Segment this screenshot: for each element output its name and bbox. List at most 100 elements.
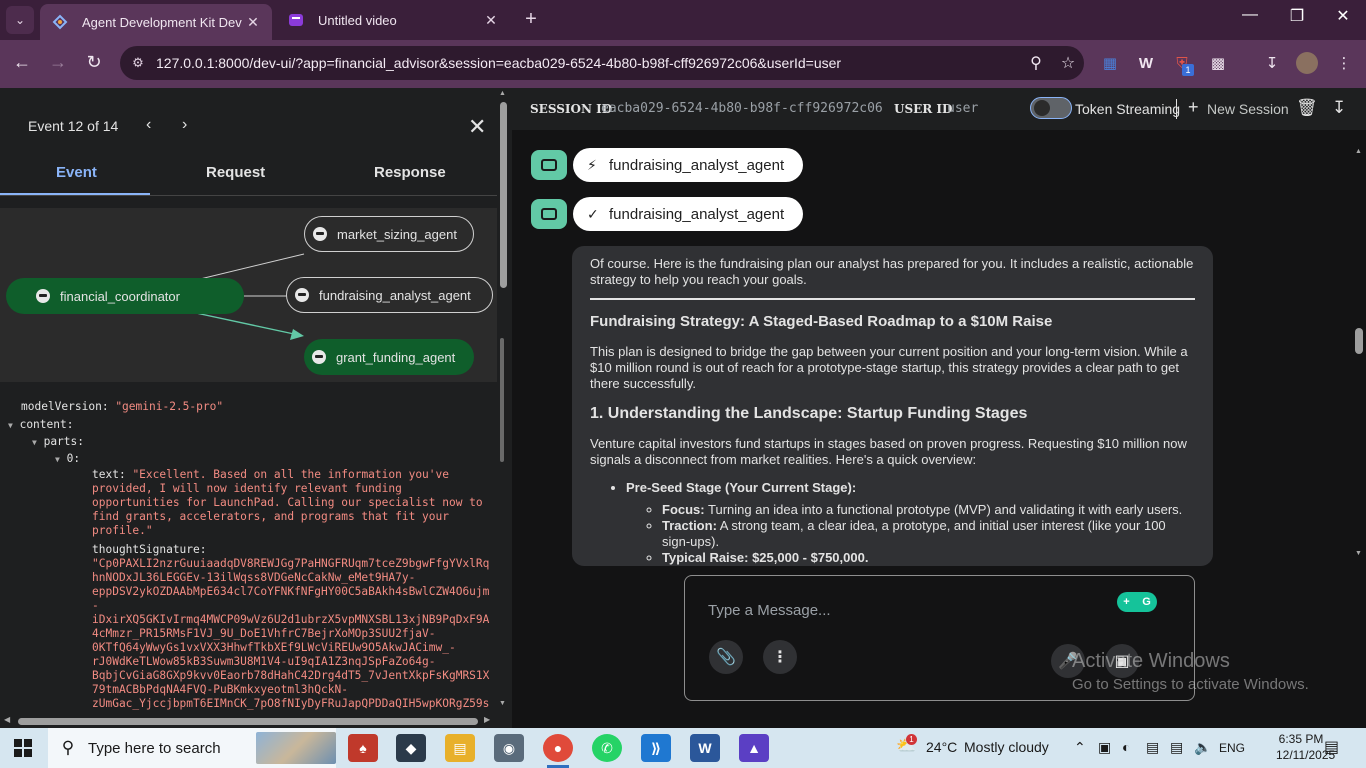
scroll-up-arrow-icon[interactable]: ▲ [1355,148,1362,155]
json-string: "Cp0PAXLI2nzrGuuiaadqDV8REWJGg7PaHNGFRUq… [92,557,490,570]
profile-avatar[interactable] [1296,52,1320,76]
plus-icon[interactable]: + [1188,97,1199,118]
json-string: BqbjCvGiaG8GXp9kvv0Eaorb78dHahC42Drg4dT5… [92,669,490,682]
scroll-down-arrow-icon[interactable]: ▼ [1355,550,1362,557]
browser-tab-video[interactable]: Untitled video ✕ [276,4,510,36]
file-explorer-icon[interactable]: ▤ [445,734,475,762]
menu-kebab-icon[interactable]: ⋮ [1332,52,1356,76]
attach-file-button[interactable]: 📎 [709,640,743,674]
scroll-down-arrow-icon[interactable]: ▼ [499,700,506,707]
scroll-left-arrow-icon[interactable]: ◀ [4,715,10,724]
token-streaming-toggle[interactable] [1030,97,1072,119]
reload-icon[interactable]: ↻ [82,52,106,73]
previous-event-button[interactable]: ‹ [146,116,151,134]
message-input[interactable]: Type a Message... [708,602,831,619]
vscode-icon[interactable]: ⟫ [641,734,671,762]
tray-app-icon[interactable]: ◐ [1122,739,1130,755]
scrollbar-thumb[interactable] [1355,328,1363,354]
tray-app-icon[interactable]: ▤ [1146,739,1159,756]
graph-node-fundraising-analyst-agent[interactable]: fundraising_analyst_agent [286,277,493,313]
close-tab-icon[interactable]: ✕ [244,14,262,31]
list-item: Focus: Turning an idea into a functional… [662,502,1195,518]
function-response-chip[interactable]: ✓ fundraising_analyst_agent [573,197,803,231]
show-hidden-icons-chevron-icon[interactable]: ⌃ [1074,739,1086,756]
extension-sidepanel-icon[interactable]: ▦ [1098,52,1122,76]
tab-response[interactable]: Response [374,164,446,181]
restore-button[interactable]: ❐ [1277,6,1317,26]
taskbar-app-icon[interactable]: ▲ [739,734,769,762]
export-download-icon[interactable]: ↧ [1332,98,1346,118]
network-icon[interactable]: ▤ [1170,739,1183,756]
zoom-icon[interactable]: ⚲ [1020,53,1052,73]
more-options-button[interactable]: ⋮ [763,640,797,674]
weather-icon[interactable]: ⛅ 1 [896,734,917,756]
next-event-button[interactable]: › [182,116,187,134]
camera-app-icon[interactable]: ◉ [494,734,524,762]
site-info-icon[interactable]: ⚙ [120,55,156,71]
json-row-parts[interactable]: ▼ parts: [32,435,84,450]
new-tab-button[interactable]: + [520,8,542,31]
whatsapp-icon[interactable]: ✆ [592,734,622,762]
function-call-chip[interactable]: ⚡ fundraising_analyst_agent [573,148,803,182]
tab-search-button[interactable]: ⌄ [6,6,34,34]
scrollbar-thumb[interactable] [500,102,507,288]
browser-tab-adk[interactable]: Agent Development Kit Dev UI ✕ [40,4,272,40]
language-indicator[interactable]: ENG [1219,741,1245,755]
taskbar-search-input[interactable]: Type here to search [88,740,221,757]
message-section-heading: 1. Understanding the Landscape: Startup … [590,405,1028,422]
bookmark-star-icon[interactable]: ☆ [1052,53,1084,73]
json-row-index[interactable]: ▼ 0: [55,452,80,467]
collapse-caret-icon[interactable]: ▼ [32,438,37,447]
list-item-title: Pre-Seed Stage (Your Current Stage): [626,480,857,495]
volume-icon[interactable]: 🔈 [1194,739,1211,756]
json-row-content[interactable]: ▼ content: [8,418,73,433]
close-panel-button[interactable]: ✕ [468,114,486,140]
weather-description[interactable]: Mostly cloudy [964,739,1049,755]
graph-node-financial-coordinator[interactable]: financial_coordinator [6,278,244,314]
json-string: 4cMmzr_PR15RMsF1VJ_9U_DoE1VhfrC7BejrXoMO… [92,627,436,640]
taskbar-search[interactable]: ⚲ Type here to search [48,728,336,768]
search-icon: ⚲ [61,738,75,757]
taskbar-app-icon[interactable]: ◆ [396,734,426,762]
download-icon[interactable]: ↧ [1260,52,1284,76]
tab-event[interactable]: Event [56,164,97,181]
extension-w-icon[interactable]: W [1134,52,1158,76]
new-session-button[interactable]: New Session [1207,101,1289,117]
scroll-up-arrow-icon[interactable]: ▲ [499,90,506,97]
graph-node-grant-funding-agent[interactable]: grant_funding_agent [304,339,474,375]
left-horizontal-scrollbar[interactable]: ◀ ▶ [0,714,497,728]
scrollbar-thumb[interactable] [18,718,478,725]
chat-panel: SESSION ID eacba029-6524-4b80-b98f-cff92… [512,88,1366,728]
token-streaming-label: Token Streaming [1075,101,1181,117]
tab-request[interactable]: Request [206,164,265,181]
left-vertical-scrollbar[interactable]: ▲ ▼ [497,88,509,714]
inner-scrollbar-thumb[interactable] [500,338,504,462]
chrome-icon[interactable]: ● [543,734,573,768]
weather-temperature[interactable]: 24°C [926,739,957,755]
chat-vertical-scrollbar[interactable]: ▲ ▼ [1352,146,1366,560]
grammarly-icon[interactable]: + G [1117,592,1157,612]
scroll-right-arrow-icon[interactable]: ▶ [484,715,490,724]
collapse-caret-icon[interactable]: ▼ [8,421,13,430]
list-item-text: Turning an idea into a functional protot… [704,502,1183,517]
collapse-caret-icon[interactable]: ▼ [55,455,60,464]
graph-node-market-sizing-agent[interactable]: market_sizing_agent [304,216,474,252]
extension-shield-icon[interactable]: ⛨1 [1170,52,1194,76]
json-string: iDxirXQ5GKIvIrmq4MWCP09wVz6U2d1ubrzX5vpM… [92,613,490,626]
robot-icon [541,159,557,171]
tray-app-icon[interactable]: ▣ [1098,739,1111,756]
minimize-button[interactable]: — [1230,6,1270,24]
taskbar-clock[interactable]: 6:35 PM 12/11/2025 [1276,731,1335,763]
url-text[interactable]: 127.0.0.1:8000/dev-ui/?app=financial_adv… [156,55,1020,71]
forward-icon[interactable]: → [46,52,70,73]
delete-session-icon[interactable]: 🗑 [1296,98,1318,118]
close-tab-icon[interactable]: ✕ [482,12,500,29]
back-icon[interactable]: ← [10,52,34,73]
close-window-button[interactable]: ✕ [1323,6,1363,26]
address-bar[interactable]: ⚙ 127.0.0.1:8000/dev-ui/?app=financial_a… [120,46,1084,80]
extensions-puzzle-icon[interactable]: ▩ [1206,52,1230,76]
word-icon[interactable]: W [690,734,720,762]
taskbar-app-icon[interactable]: ♠ [348,734,378,762]
windows-start-icon[interactable] [14,739,32,757]
notifications-icon[interactable]: ▤ [1324,737,1339,757]
